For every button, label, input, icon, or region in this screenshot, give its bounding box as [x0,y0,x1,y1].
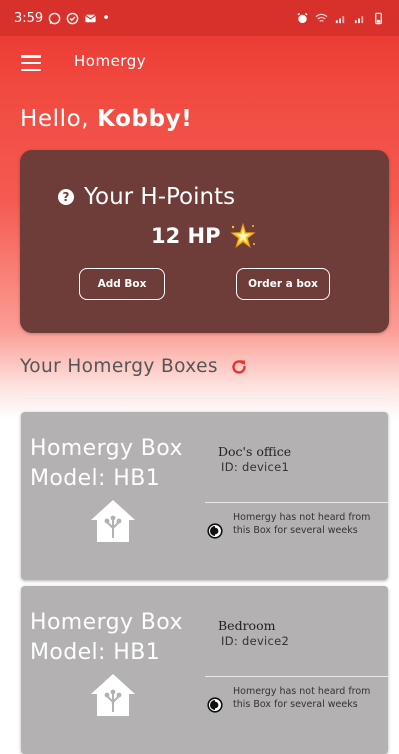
boxes-section-title: Your Homergy Boxes [20,356,218,377]
clock-status-icon [207,523,223,539]
box-model-line2: Model: HB1 [30,640,161,665]
smart-home-icon [91,500,135,542]
battery-icon [375,12,382,24]
section-divider [20,398,389,399]
alarm-icon [297,12,308,23]
box-id: ID: device2 [221,634,290,648]
box-id: ID: device1 [221,460,290,474]
app-bar: Homergy [0,36,399,92]
mail-icon [85,14,97,22]
status-left: 3:59 • [14,11,110,26]
box-model-line2: Model: HB1 [30,466,161,491]
signal-2-icon [354,15,364,23]
clock-status-icon [207,697,223,713]
box-model: Homergy Box Model: HB1 [30,608,210,668]
box-model-line1: Homergy Box [30,436,183,461]
greeting-prefix: Hello, [20,106,98,132]
order-box-button[interactable]: Order a box [236,268,330,300]
help-icon[interactable]: ? [58,189,74,205]
box-model: Homergy Box Model: HB1 [30,434,210,494]
whatsapp-icon [48,12,61,24]
points-value-row: 12 HP [151,222,257,250]
menu-icon[interactable] [21,55,41,72]
greeting: Hello, Kobby! [20,106,192,132]
refresh-icon[interactable] [230,358,248,376]
sparkle-star-icon [229,222,256,249]
box-status: Homergy has not heard from this Box for … [233,686,371,710]
status-dot: • [102,10,110,26]
box-model-line1: Homergy Box [30,610,183,635]
app-title: Homergy [74,52,147,70]
status-right [296,12,385,25]
greeting-name: Kobby! [97,106,193,132]
points-value: 12 HP [151,224,221,248]
h-points-card: ? Your H-Points 12 HP Add Box Order a bo… [20,150,389,333]
signal-icon [335,15,345,23]
box-separator [205,502,388,503]
points-title: Your H-Points [84,184,236,210]
box-card-2[interactable]: Homergy Box Model: HB1 Bedroom ID: devic… [21,586,388,754]
smart-home-icon [91,674,135,716]
status-time: 3:59 [14,10,44,26]
boxes-section-header: Your Homergy Boxes [20,356,248,377]
box-name: Doc's office [218,444,292,459]
check-circle-icon [66,12,79,24]
box-card-1[interactable]: Homergy Box Model: HB1 Doc's office ID: … [21,412,388,580]
add-box-button[interactable]: Add Box [79,268,165,300]
wifi-icon [315,13,328,22]
box-status: Homergy has not heard from this Box for … [233,512,371,536]
status-bar: 3:59 • [0,0,399,36]
points-title-row: ? Your H-Points [58,184,235,210]
box-separator [205,676,388,677]
box-name: Bedroom [218,618,276,633]
